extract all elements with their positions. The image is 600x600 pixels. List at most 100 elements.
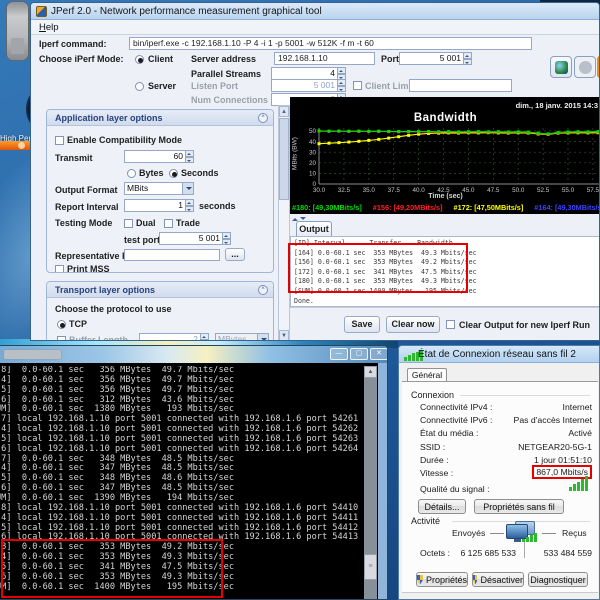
connection-rows: Connectivité IPv4 : Internet Connectivit… (420, 402, 592, 481)
connection-row: Connectivité IPv6 : Pas d'accès Internet (420, 415, 592, 428)
iperf-command-label: Iperf command: (39, 39, 107, 49)
output-format-combo[interactable]: MBits (124, 182, 194, 195)
client-limit-label: Client Limit (365, 81, 414, 91)
dual-checkbox[interactable] (124, 219, 133, 228)
client-limit-checkbox[interactable] (353, 81, 362, 90)
properties-button[interactable]: Propriétés (416, 572, 468, 587)
disable-button[interactable]: Désactiver (472, 572, 524, 587)
dialog-page: Connexion Connectivité IPv4 : Internet C… (402, 381, 598, 599)
bandwidth-chart: 30.0 32.5 35.0 37.5 40.0 42.5 45.0 47.5 50.0 52.5… (290, 97, 599, 214)
row-label: Connectivité IPv6 : (420, 415, 493, 426)
row-label: Vitesse : (420, 467, 454, 478)
scroll-down-icon[interactable]: ▼ (279, 330, 289, 340)
collapse-icon[interactable]: ^ (258, 285, 268, 295)
diagnose-button[interactable]: Diagnostiquer (528, 572, 588, 587)
octets-divider (524, 542, 525, 558)
seconds-label: Seconds (181, 168, 219, 178)
stop-icon (579, 61, 592, 74)
splitter-up-icon[interactable] (292, 215, 298, 221)
svg-text:20: 20 (309, 160, 317, 167)
terminal-minimize-button[interactable]: — (330, 348, 348, 360)
seconds-radio[interactable] (169, 169, 178, 178)
port-spinner[interactable]: 5 001 (399, 52, 472, 65)
report-interval-label: Report Interval (55, 202, 119, 212)
report-interval-spinner[interactable]: 1 (124, 199, 194, 212)
tcp-radio[interactable] (57, 320, 66, 329)
row-value: NETGEAR20-5G-1 (518, 441, 592, 452)
terminal-title-blurred (4, 350, 61, 359)
server-radio[interactable] (135, 82, 144, 91)
bytes-label: Bytes (139, 168, 164, 178)
row-label: Durée : (420, 454, 449, 465)
client-radio-label: Client (148, 54, 174, 64)
terminal-scrollbar[interactable]: ▲ ≡ (364, 366, 377, 599)
transmit-spinner[interactable]: 60 (124, 150, 194, 163)
scrollbar-thumb[interactable] (279, 118, 289, 200)
row-value: Internet (562, 402, 592, 412)
dual-label: Dual (136, 218, 156, 228)
signal-quality-label: Qualité du signal : (420, 484, 490, 494)
buffer-length-unit-combo: MBytes (215, 333, 269, 340)
details-button[interactable]: Détails... (418, 499, 466, 514)
svg-text:30: 30 (309, 149, 317, 156)
octets-sent-value: 6 125 685 533 (460, 548, 516, 558)
scrollbar-thumb[interactable]: ≡ (364, 554, 377, 580)
wireless-properties-button[interactable]: Propriétés sans fil (474, 499, 564, 514)
choose-protocol-label: Choose the protocol to use (55, 304, 172, 314)
terminal-close-button[interactable]: ✕ (370, 348, 387, 360)
annotation-box-output (288, 243, 468, 293)
client-radio[interactable] (135, 55, 144, 64)
iperf-command-field[interactable]: bin/iperf.exe -c 192.168.1.10 -P 4 -i 1 … (129, 37, 532, 50)
octets-received-value: 533 484 559 (543, 548, 592, 558)
application-layer-section: Application layer options ^ Enable Compa… (46, 109, 274, 273)
client-limit-field[interactable] (409, 79, 512, 92)
legend-entry: #172: [47,50MBits/s] (453, 203, 524, 212)
port-label: Port (381, 54, 399, 64)
terminal-maximize-button[interactable]: ▢ (350, 348, 368, 360)
tab-general[interactable]: Général (407, 368, 447, 382)
row-label: Connectivité IPv4 : (420, 402, 493, 412)
collapse-icon[interactable]: ^ (258, 113, 268, 123)
server-address-field[interactable]: 192.168.1.10 (274, 52, 375, 65)
application-layer-header: Application layer options (47, 110, 273, 126)
representative-file-field[interactable] (124, 249, 220, 261)
row-label: État du média : (420, 428, 479, 439)
run-iperf-button[interactable] (550, 56, 572, 78)
save-button[interactable]: Save (344, 316, 380, 333)
background-window-fragment (0, 141, 31, 150)
trade-checkbox[interactable] (164, 219, 173, 228)
row-label: SSID : (420, 441, 446, 452)
stop-iperf-button[interactable] (574, 56, 596, 78)
svg-text:10: 10 (309, 171, 317, 178)
uac-shield-icon (473, 574, 478, 585)
chart-legend: #180: [49,30MBits/s] #156: [49,20MBits/s]… (292, 203, 599, 212)
tab-output[interactable]: Output (296, 221, 332, 236)
transport-layer-header: Transport layer options (47, 282, 273, 298)
test-port-spinner[interactable]: 5 001 (159, 232, 231, 245)
activity-group-label: Activité (411, 516, 441, 526)
options-scrollbar[interactable]: ▲ ▼ (278, 105, 290, 340)
report-interval-unit: seconds (199, 201, 236, 211)
dash-line (542, 533, 556, 534)
legend-entry: #180: [49,30MBits/s] (292, 203, 362, 212)
clear-now-button[interactable]: Clear now (386, 316, 440, 333)
buffer-length-checkbox[interactable] (57, 336, 66, 340)
scroll-up-icon[interactable]: ▲ (279, 106, 289, 117)
buffer-length-label: Buffer Length (69, 335, 128, 341)
scroll-up-icon[interactable]: ▲ (364, 366, 377, 378)
run-icon (555, 61, 568, 74)
bytes-radio[interactable] (127, 169, 136, 178)
mode-label: Choose iPerf Mode: (39, 54, 124, 64)
clear-output-label: Clear Output for new Iperf Run (459, 320, 591, 330)
listen-port-label: Listen Port (191, 81, 239, 91)
jperf-app-icon (36, 6, 47, 17)
parallel-streams-label: Parallel Streams (191, 69, 262, 79)
enable-compat-checkbox[interactable] (55, 136, 64, 145)
num-connections-label: Num Connections (191, 95, 269, 105)
browse-button[interactable]: ... (225, 248, 245, 261)
clear-output-checkbox[interactable] (446, 320, 455, 329)
print-mss-checkbox[interactable] (55, 265, 64, 272)
menu-help[interactable]: Help (39, 22, 59, 33)
uac-shield-icon (417, 574, 423, 585)
iperf-server-terminal-window: — ▢ ✕ 8] 0.0-60.1 sec 356 MBytes 49.7 Mb… (0, 345, 388, 600)
